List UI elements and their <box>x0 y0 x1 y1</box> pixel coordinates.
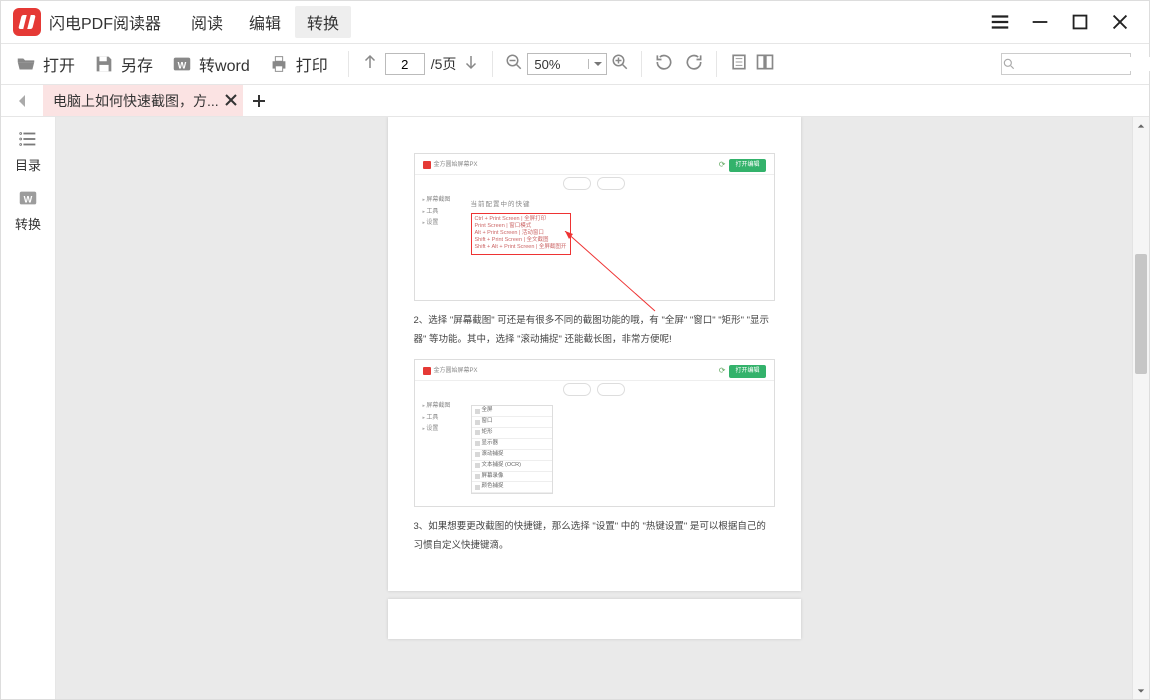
separator <box>641 51 642 77</box>
separator <box>348 51 349 77</box>
print-button[interactable]: 打印 <box>260 48 336 80</box>
body: 目录 W 转换 金方圆始屏幕PX ⟳ 打开编辑 <box>1 117 1149 699</box>
scroll-up-icon[interactable] <box>1133 117 1149 134</box>
app-logo <box>13 8 41 36</box>
to-word-button[interactable]: W 转word <box>163 48 258 80</box>
toolbar: 打开 另存 W 转word 打印 /5页 50% <box>1 43 1149 85</box>
zoom-in-icon[interactable] <box>611 53 629 76</box>
search-input[interactable] <box>1016 57 1150 71</box>
zoom-select[interactable]: 50% <box>527 53 607 75</box>
maximize-icon[interactable] <box>1065 7 1095 37</box>
open-label: 打开 <box>43 52 75 76</box>
separator <box>492 51 493 77</box>
page-total-label: /5页 <box>431 54 457 74</box>
save-as-button[interactable]: 另存 <box>85 48 161 80</box>
rotate-right-icon[interactable] <box>684 52 704 77</box>
sidebar-toc-label: 目录 <box>15 155 41 174</box>
vertical-scrollbar[interactable] <box>1132 117 1149 699</box>
caption-3: 3、如果想要更改截图的快捷键，那么选择 "设置" 中的 "热键设置" 是可以根据… <box>414 517 775 555</box>
open-button[interactable]: 打开 <box>7 48 83 80</box>
next-page-icon[interactable] <box>462 53 480 76</box>
to-word-label: 转word <box>199 52 250 76</box>
page-number-input[interactable] <box>385 53 425 75</box>
sidebar-convert-label: 转换 <box>15 214 41 233</box>
search-icon <box>1002 57 1016 71</box>
prev-page-icon[interactable] <box>361 53 379 76</box>
search-box[interactable] <box>1001 53 1131 75</box>
mode-tab-edit[interactable]: 编辑 <box>237 6 293 38</box>
rotate-left-icon[interactable] <box>654 52 674 77</box>
page-nav: /5页 <box>361 53 481 76</box>
mode-tabs: 阅读 编辑 转换 <box>179 6 351 38</box>
tab-scroll-left-icon[interactable] <box>1 85 43 116</box>
left-sidebar: 目录 W 转换 <box>1 117 56 699</box>
app-title: 闪电PDF阅读器 <box>49 10 161 34</box>
title-bar: 闪电PDF阅读器 阅读 编辑 转换 <box>1 1 1149 43</box>
zoom-value: 50% <box>528 57 588 72</box>
mode-tab-convert[interactable]: 转换 <box>295 6 351 38</box>
sidebar-item-toc[interactable]: 目录 <box>15 127 41 174</box>
mode-tab-read[interactable]: 阅读 <box>179 6 235 38</box>
single-page-icon[interactable] <box>729 52 749 77</box>
save-as-label: 另存 <box>121 52 153 76</box>
sidebar-item-convert[interactable]: W 转换 <box>15 186 41 233</box>
embedded-screenshot: 金方圆始屏幕PX ⟳ 打开编辑 屏幕截图 工具 设 <box>414 153 775 301</box>
minimize-icon[interactable] <box>1025 7 1055 37</box>
embedded-screenshot: 金方圆始屏幕PX ⟳ 打开编辑 屏幕截图 工具 设 <box>414 359 775 507</box>
svg-text:W: W <box>24 195 33 205</box>
svg-text:W: W <box>178 61 187 71</box>
save-icon <box>93 53 115 75</box>
separator <box>716 51 717 77</box>
document-tab-label: 电脑上如何快速截图，方... <box>53 91 219 111</box>
pdf-page-next <box>388 599 801 639</box>
window-controls <box>985 7 1143 37</box>
pdf-page: 金方圆始屏幕PX ⟳ 打开编辑 屏幕截图 工具 设 <box>388 117 801 591</box>
printer-icon <box>268 53 290 75</box>
folder-open-icon <box>15 53 37 75</box>
rotate-controls <box>654 52 704 77</box>
menu-icon[interactable] <box>985 7 1015 37</box>
new-tab-icon[interactable] <box>243 85 275 116</box>
print-label: 打印 <box>296 52 328 76</box>
tab-close-icon[interactable] <box>225 93 237 109</box>
document-tab[interactable]: 电脑上如何快速截图，方... <box>43 85 243 116</box>
convert-icon: W <box>16 186 40 210</box>
zoom-out-icon[interactable] <box>505 53 523 76</box>
word-icon: W <box>171 53 193 75</box>
chevron-down-icon <box>588 59 606 69</box>
view-mode-controls <box>729 52 775 77</box>
scroll-down-icon[interactable] <box>1133 682 1149 699</box>
zoom-controls: 50% <box>505 53 629 76</box>
two-page-icon[interactable] <box>755 52 775 77</box>
document-tabstrip: 电脑上如何快速截图，方... <box>1 85 1149 117</box>
toc-icon <box>16 127 40 151</box>
scroll-thumb[interactable] <box>1135 254 1147 374</box>
scroll-track[interactable] <box>1133 134 1149 682</box>
pdf-viewer[interactable]: 金方圆始屏幕PX ⟳ 打开编辑 屏幕截图 工具 设 <box>56 117 1132 699</box>
close-icon[interactable] <box>1105 7 1135 37</box>
